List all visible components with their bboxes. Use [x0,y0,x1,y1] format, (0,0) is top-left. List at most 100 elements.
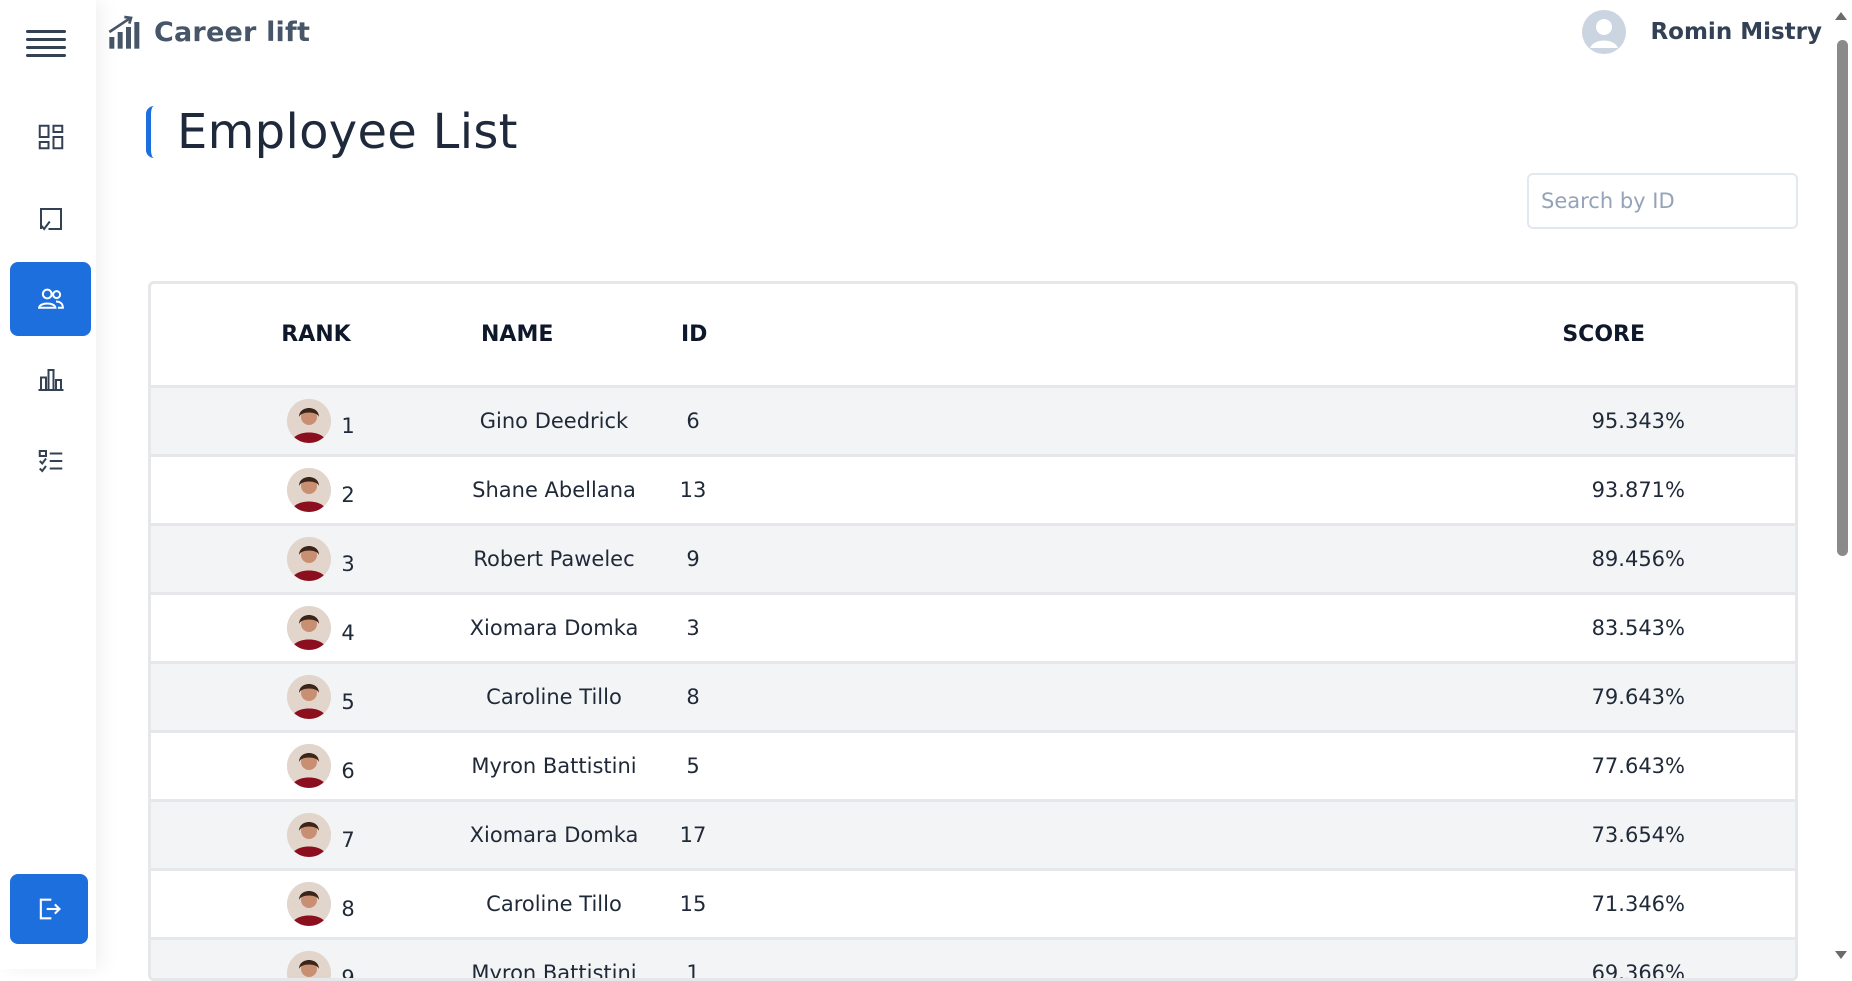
employee-score: 95.343% [1016,387,1795,456]
employee-id-text: 5 [673,754,713,778]
employee-avatar [287,882,331,926]
employee-name-text: Shane Abellana [439,478,669,502]
employee-name-text: Myron Battistini [439,754,669,778]
table-row[interactable]: 2Shane Abellana1393.871% [151,456,1795,525]
table-row[interactable]: 4Xiomara Domka383.543% [151,594,1795,663]
page-header: Employee List [146,104,518,160]
employee-avatar [287,744,331,788]
checklist-icon [36,446,66,476]
column-header-score[interactable]: SCORE [1016,284,1795,387]
employee-id-text: 17 [673,823,713,847]
dashboard-icon [36,122,66,152]
table-row[interactable]: 8Caroline Tillo1571.346% [151,870,1795,939]
sidebar-item-employees[interactable] [10,262,91,336]
brand[interactable]: Career lift [106,12,310,52]
employee-name: Xiomara Domka [481,594,681,663]
table-row[interactable]: 5Caroline Tillo879.643% [151,663,1795,732]
rank-number: 9 [341,966,354,981]
employee-avatar [287,606,331,650]
employee-avatar [287,675,331,719]
employee-id-text: 8 [673,685,713,709]
employee-avatar [287,537,331,581]
employee-score: 71.346% [1016,870,1795,939]
employee-name-text: Xiomara Domka [439,616,669,640]
tasks-icon [36,204,66,234]
rank-wrapper: 2 [152,468,480,512]
rank-number: 6 [341,759,354,783]
sidebar-item-reports[interactable] [10,343,91,417]
rank-number: 4 [341,621,354,645]
employee-id: 6 [681,387,1016,456]
employee-score: 83.543% [1016,594,1795,663]
employee-score: 73.654% [1016,801,1795,870]
rank-wrapper: 1 [152,399,480,443]
hamburger-menu-icon[interactable] [26,30,66,60]
column-header-name[interactable]: NAME [481,284,681,387]
rank-cell: 7 [151,801,481,870]
table-row[interactable]: 6Myron Battistini577.643% [151,732,1795,801]
rank-cell: 6 [151,732,481,801]
sidebar-item-dashboard[interactable] [10,100,91,174]
employee-id-text: 13 [673,478,713,502]
column-header-rank[interactable]: RANK [151,284,481,387]
rank-wrapper: 7 [152,813,480,857]
employee-score: 69.366% [1016,939,1795,981]
employee-name-text: Robert Pawelec [439,547,669,571]
growth-chart-logo-icon [106,12,146,52]
rank-cell: 3 [151,525,481,594]
title-accent-bar [146,106,157,158]
table-row[interactable]: 7Xiomara Domka1773.654% [151,801,1795,870]
employee-name: Caroline Tillo [481,870,681,939]
employee-avatar [287,951,331,981]
employee-name: Myron Battistini [481,732,681,801]
employee-id: 8 [681,663,1016,732]
table-row[interactable]: 1Gino Deedrick695.343% [151,387,1795,456]
rank-wrapper: 6 [152,744,480,788]
employee-name-text: Caroline Tillo [439,892,669,916]
sidebar-item-checklist[interactable] [10,424,91,498]
employee-avatar [287,399,331,443]
rank-wrapper: 3 [152,537,480,581]
employee-name: Myron Battistini [481,939,681,981]
employee-name-text: Gino Deedrick [439,409,669,433]
user-name: Romin Mistry [1650,19,1822,45]
employee-id: 3 [681,594,1016,663]
employee-name: Shane Abellana [481,456,681,525]
employee-score: 89.456% [1016,525,1795,594]
employee-id-text: 6 [673,409,713,433]
employee-name-text: Xiomara Domka [439,823,669,847]
page-scrollbar[interactable] [1832,0,1852,969]
table-row[interactable]: 3 Robert Pawelec 989.456% [151,525,1795,594]
scroll-down-arrow-icon[interactable] [1835,951,1847,959]
page-title: Employee List [177,104,518,160]
table-row[interactable]: 9 Myron Battistini169.366% [151,939,1795,981]
employee-id: 1 [681,939,1016,981]
employee-id: 9 [681,525,1016,594]
logout-button[interactable] [10,874,88,944]
rank-cell: 4 [151,594,481,663]
scroll-up-arrow-icon[interactable] [1835,12,1847,20]
search-input[interactable] [1527,173,1798,229]
employee-id-text: 15 [673,892,713,916]
rank-cell: 2 [151,456,481,525]
employee-table-card: RANK NAME ID SCORE 1Gino Deedrick695.343… [148,281,1798,981]
rank-wrapper: 9 [152,951,480,981]
employee-id: 13 [681,456,1016,525]
employee-score: 93.871% [1016,456,1795,525]
users-icon [36,284,66,314]
rank-wrapper: 5 [152,675,480,719]
sidebar-item-tasks[interactable] [10,182,91,256]
logout-icon [35,895,63,923]
employee-name: Xiomara Domka [481,801,681,870]
employee-id: 15 [681,870,1016,939]
user-menu[interactable]: Romin Mistry [1582,10,1822,54]
rank-wrapper: 4 [152,606,480,650]
rank-number: 3 [341,552,354,576]
scrollbar-thumb[interactable] [1837,40,1848,556]
rank-number: 7 [341,828,354,852]
column-header-id[interactable]: ID [681,284,1016,387]
employee-id: 17 [681,801,1016,870]
employee-table: RANK NAME ID SCORE 1Gino Deedrick695.343… [151,284,1795,981]
employee-id: 5 [681,732,1016,801]
employee-score: 77.643% [1016,732,1795,801]
